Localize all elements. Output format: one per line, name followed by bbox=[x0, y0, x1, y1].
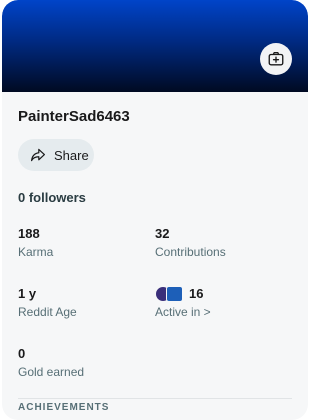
stat-reddit-age: 1 y Reddit Age bbox=[18, 286, 77, 320]
active-in-label[interactable]: Active in > bbox=[155, 304, 211, 320]
stat-contributions: 32 Contributions bbox=[155, 226, 226, 260]
community-avatar-icon bbox=[166, 286, 183, 302]
page-edge bbox=[310, 0, 314, 409]
share-button[interactable]: Share bbox=[18, 139, 94, 171]
active-in-value: 16 bbox=[189, 286, 204, 301]
contributions-value: 32 bbox=[155, 226, 170, 241]
stat-karma: 188 Karma bbox=[18, 226, 53, 260]
karma-value: 188 bbox=[18, 226, 40, 241]
followers-count[interactable]: 0 followers bbox=[18, 190, 86, 205]
contributions-label: Contributions bbox=[155, 245, 226, 259]
reddit-age-label: Reddit Age bbox=[18, 305, 77, 319]
gold-earned-label: Gold earned bbox=[18, 365, 85, 379]
stat-active-in[interactable]: 16 Active in > bbox=[155, 286, 211, 320]
share-arrow-icon bbox=[31, 148, 45, 162]
reddit-age-value: 1 y bbox=[18, 286, 37, 301]
add-banner-image-button[interactable] bbox=[260, 43, 292, 75]
section-divider bbox=[18, 398, 292, 399]
karma-label: Karma bbox=[18, 245, 54, 259]
stat-gold-earned: 0 Gold earned bbox=[18, 346, 84, 380]
gold-earned-value: 0 bbox=[18, 346, 26, 361]
add-image-icon bbox=[268, 52, 284, 66]
community-avatars bbox=[155, 286, 183, 302]
share-label: Share bbox=[54, 147, 89, 163]
profile-card: PainterSad6463 Share 0 followers 188 Kar… bbox=[2, 0, 308, 420]
achievements-heading: ACHIEVEMENTS bbox=[18, 402, 110, 413]
profile-username: PainterSad6463 bbox=[18, 108, 130, 125]
profile-banner bbox=[2, 0, 308, 92]
